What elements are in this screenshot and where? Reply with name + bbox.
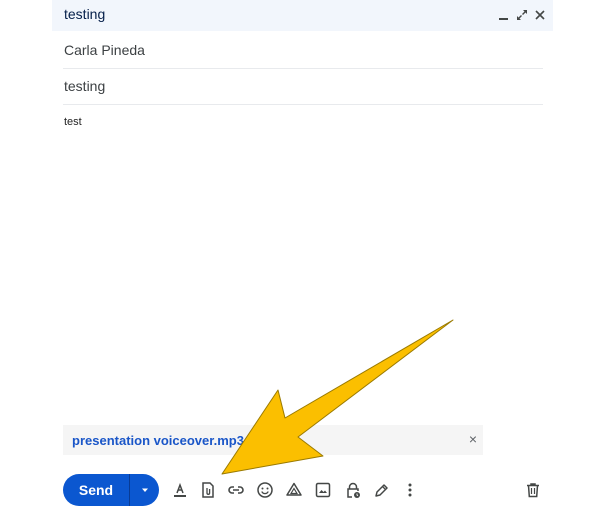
recipients-field[interactable]: Carla Pineda <box>63 32 543 69</box>
drive-icon[interactable] <box>283 479 305 501</box>
minimize-icon[interactable] <box>496 5 512 25</box>
subject-value: testing <box>64 78 106 94</box>
trash-icon[interactable] <box>522 479 544 501</box>
compose-title: testing <box>64 6 106 22</box>
attachment-chip[interactable]: presentation voiceover.mp3 × <box>63 425 483 455</box>
close-icon[interactable] <box>532 5 548 25</box>
emoji-icon[interactable] <box>254 479 276 501</box>
send-button-group: Send <box>63 474 159 506</box>
expand-icon[interactable] <box>514 5 530 25</box>
message-body[interactable]: test <box>64 116 82 128</box>
caret-down-icon <box>141 488 148 492</box>
signature-icon[interactable] <box>370 479 392 501</box>
attach-file-icon[interactable] <box>197 479 219 501</box>
formatting-icon[interactable] <box>169 479 191 501</box>
more-options-icon[interactable] <box>399 479 421 501</box>
remove-attachment-icon[interactable]: × <box>469 431 477 447</box>
compose-header[interactable]: testing <box>52 0 553 31</box>
confidential-mode-icon[interactable] <box>342 479 364 501</box>
schedule-send-dropdown[interactable] <box>130 474 159 506</box>
subject-field[interactable]: testing <box>63 68 543 105</box>
attachment-name[interactable]: presentation voiceover.mp3 <box>72 433 244 448</box>
send-button[interactable]: Send <box>63 474 129 506</box>
recipient-chip[interactable]: Carla Pineda <box>64 42 145 58</box>
insert-photo-icon[interactable] <box>312 479 334 501</box>
insert-link-icon[interactable] <box>225 479 247 501</box>
